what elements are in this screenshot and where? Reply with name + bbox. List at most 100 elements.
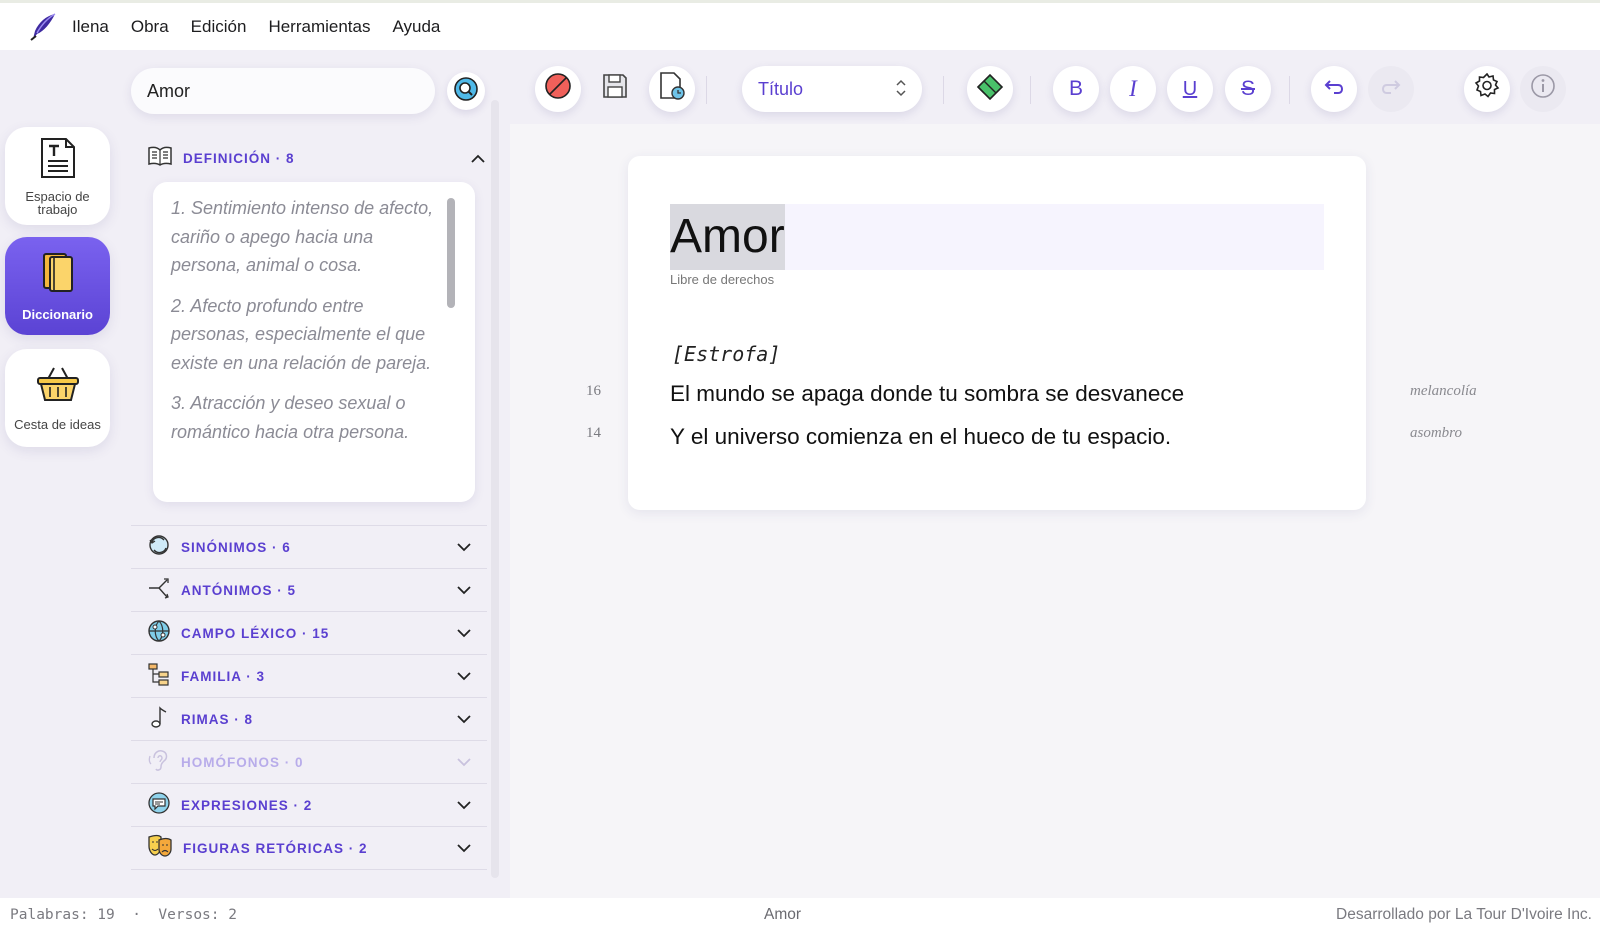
poem-title-field[interactable]: Amor (670, 204, 1324, 270)
floppy-disk-icon (601, 72, 629, 106)
family-tree-icon (147, 662, 171, 691)
open-book-icon (147, 145, 173, 172)
info-icon (1530, 73, 1556, 105)
bold-button[interactable]: B (1053, 66, 1099, 112)
document-name: Amor (764, 906, 802, 923)
rail-basket-label: Cesta de ideas (14, 417, 101, 432)
underline-button[interactable]: U (1167, 66, 1213, 112)
prohibited-icon (544, 72, 572, 106)
quill-logo-icon (26, 10, 60, 44)
definition-item: 3. Atracción y deseo sexual o romántico … (171, 393, 410, 442)
antonyms-icon (147, 576, 171, 605)
rail-dictionary-label: Diccionario (22, 307, 93, 322)
menu-edicion[interactable]: Edición (191, 17, 247, 37)
italic-label: I (1129, 76, 1137, 101)
menu-obra[interactable]: Obra (131, 17, 169, 37)
document-icon (39, 137, 77, 184)
section-expressions[interactable]: EXPRESIONES · 2 (131, 783, 487, 827)
menu-ayuda[interactable]: Ayuda (392, 17, 440, 37)
search-input[interactable] (131, 68, 435, 114)
definition-item: 2. Afecto profundo entre personas, espec… (171, 295, 432, 373)
menu-ilena[interactable]: Ilena (72, 17, 109, 37)
stanza-label: [Estrofa] (672, 342, 781, 366)
section-rhetorical-figures[interactable]: FIGURAS RETÓRICAS · 2 (131, 826, 487, 870)
info-button[interactable] (1520, 66, 1566, 112)
chevron-down-icon (455, 754, 473, 772)
definition-scrollbar[interactable] (447, 198, 455, 308)
editor-toolbar: Título B I U S (510, 50, 1600, 124)
rail-workspace-label: Espacio de trabajo (25, 188, 90, 217)
section-family[interactable]: FAMILIA · 3 (131, 654, 487, 698)
section-rhetorical-figures-label: FIGURAS RETÓRICAS · 2 (183, 840, 368, 856)
synonyms-icon (147, 533, 171, 562)
italic-button[interactable]: I (1110, 66, 1156, 112)
section-rhymes[interactable]: RIMAS · 8 (131, 697, 487, 741)
chevron-down-icon[interactable] (455, 539, 473, 557)
bold-label: B (1068, 77, 1083, 100)
settings-button[interactable] (1464, 66, 1510, 112)
section-homophones-label: HOMÓFONOS · 0 (181, 755, 304, 770)
chevron-down-icon[interactable] (455, 797, 473, 815)
toolbar-divider (1030, 76, 1031, 104)
underline-label: U (1182, 77, 1198, 100)
verse-line[interactable]: Y el universo comienza en el hueco de tu… (670, 424, 1171, 450)
menu-herramientas[interactable]: Herramientas (268, 17, 370, 37)
verse-mood: asombro (1410, 425, 1462, 441)
basket-icon (36, 365, 80, 408)
gear-icon (1474, 72, 1500, 105)
rail-basket-button[interactable]: Cesta de ideas (5, 349, 110, 447)
updown-chevron-icon (896, 79, 906, 102)
redo-icon (1380, 76, 1402, 102)
section-antonyms-label: ANTÓNIMOS · 5 (181, 583, 297, 598)
globe-icon (147, 619, 171, 648)
highlight-button[interactable] (967, 66, 1013, 112)
section-homophones: HOMÓFONOS · 0 (131, 740, 487, 784)
definition-list: 1. Sentimiento intenso de afecto, cariño… (153, 182, 475, 502)
clear-button[interactable] (535, 66, 581, 112)
section-rhymes-label: RIMAS · 8 (181, 712, 254, 727)
chevron-down-icon[interactable] (455, 582, 473, 600)
history-button[interactable] (649, 66, 695, 112)
dictionary-book-icon (40, 251, 76, 298)
dictionary-panel: DEFINICIÓN · 8 1. Sentimiento intenso de… (125, 50, 510, 898)
strikethrough-button[interactable]: S (1225, 66, 1271, 112)
editor-area: Amor Libre de derechos [Estrofa] El mund… (510, 124, 1600, 898)
document-clock-icon (658, 71, 686, 107)
undo-button[interactable] (1311, 66, 1357, 112)
search-icon (453, 76, 479, 107)
toolbar-divider (1289, 76, 1290, 104)
toolbar-divider (943, 76, 944, 104)
license-label: Libre de derechos (670, 272, 775, 287)
theater-masks-icon (147, 834, 173, 863)
section-synonyms[interactable]: SINÓNIMOS · 6 (131, 525, 487, 569)
chevron-down-icon[interactable] (455, 711, 473, 729)
speech-bubble-icon (147, 791, 171, 820)
save-button[interactable] (592, 66, 638, 112)
panel-scrollbar[interactable] (491, 100, 499, 878)
toolbar-divider (706, 76, 707, 104)
definition-item: 1. Sentimiento intenso de afecto, cariño… (171, 198, 434, 275)
chevron-down-icon[interactable] (455, 668, 473, 686)
redo-button (1368, 66, 1414, 112)
rail-dictionary-button[interactable]: Diccionario (5, 237, 110, 335)
credits: Desarrollado por La Tour D'Ivoire Inc. (1336, 906, 1592, 923)
rail-workspace-button[interactable]: Espacio de trabajo (5, 127, 110, 225)
section-expressions-label: EXPRESIONES · 2 (181, 798, 313, 813)
section-antonyms[interactable]: ANTÓNIMOS · 5 (131, 568, 487, 612)
poem-title[interactable]: Amor (670, 204, 785, 270)
section-synonyms-label: SINÓNIMOS · 6 (181, 540, 291, 555)
section-lexical-field-label: CAMPO LÉXICO · 15 (181, 626, 330, 641)
section-family-label: FAMILIA · 3 (181, 669, 265, 684)
definition-title: DEFINICIÓN · 8 (183, 150, 295, 166)
section-lexical-field[interactable]: CAMPO LÉXICO · 15 (131, 611, 487, 655)
paragraph-style-select[interactable]: Título (742, 66, 922, 112)
chevron-up-icon[interactable] (469, 149, 487, 167)
chevron-down-icon[interactable] (455, 625, 473, 643)
syllable-count: 16 (586, 383, 601, 399)
chevron-down-icon[interactable] (455, 839, 473, 857)
definition-header[interactable]: DEFINICIÓN · 8 (147, 140, 487, 176)
verse-line[interactable]: El mundo se apaga donde tu sombra se des… (670, 381, 1184, 407)
search-button[interactable] (447, 72, 485, 110)
syllable-count: 14 (586, 425, 601, 441)
eraser-icon (975, 72, 1005, 106)
